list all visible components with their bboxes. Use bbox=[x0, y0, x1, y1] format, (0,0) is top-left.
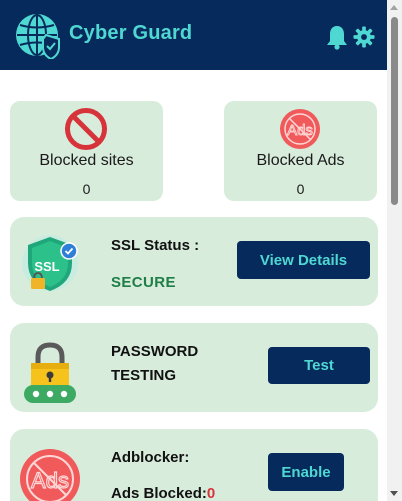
svg-text:Ads: Ads bbox=[287, 122, 313, 139]
bell-icon[interactable] bbox=[325, 24, 349, 50]
scroll-down-arrow-icon[interactable] bbox=[390, 491, 398, 496]
svg-text:SSL: SSL bbox=[34, 259, 59, 274]
ssl-status-value: SECURE bbox=[111, 274, 176, 291]
blocked-ads-count: 0 bbox=[296, 181, 305, 197]
blocked-sites-label: Blocked sites bbox=[39, 152, 134, 169]
gear-icon[interactable] bbox=[353, 26, 375, 48]
blocked-ads-label: Blocked Ads bbox=[256, 152, 345, 169]
adblocker-card: Ads Adblocker: Ads Blocked:0 Enable bbox=[10, 429, 378, 501]
ads-blocked-count: Ads Blocked:0 bbox=[111, 482, 215, 501]
ssl-shield-icon: SSL bbox=[22, 235, 78, 291]
app-header: Cyber Guard bbox=[0, 0, 387, 70]
view-details-button[interactable]: View Details bbox=[237, 241, 370, 279]
ads-blocked-icon: Ads bbox=[20, 449, 80, 501]
blocked-sites-count: 0 bbox=[82, 181, 91, 197]
scrollbar-thumb[interactable] bbox=[391, 17, 398, 205]
adblocker-title: Adblocker: bbox=[111, 449, 190, 466]
app-title: Cyber Guard bbox=[69, 22, 193, 44]
scrollbar[interactable] bbox=[387, 0, 402, 501]
blocked-ads-card: Ads Blocked Ads 0 bbox=[224, 101, 377, 201]
globe-shield-icon bbox=[16, 14, 60, 59]
ads-blocked-label: Ads Blocked: bbox=[111, 485, 207, 501]
ads-blocked-icon: Ads bbox=[280, 109, 320, 149]
ads-blocked-value: 0 bbox=[206, 485, 216, 501]
password-testing-card: PASSWORD TESTING Test bbox=[10, 323, 378, 412]
padlock-icon bbox=[24, 342, 76, 403]
ssl-status-card: SSL SSL Status : SECURE View Details bbox=[10, 217, 378, 306]
password-testing-title-line1: PASSWORD bbox=[111, 343, 199, 360]
enable-adblocker-button[interactable]: Enable bbox=[268, 453, 344, 491]
svg-text:Ads: Ads bbox=[31, 468, 69, 493]
scroll-up-arrow-icon[interactable] bbox=[390, 5, 398, 10]
password-testing-title-line2: TESTING bbox=[111, 367, 177, 384]
blocked-sites-card: Blocked sites 0 bbox=[10, 101, 163, 201]
ssl-status-title: SSL Status : bbox=[111, 237, 200, 254]
blocked-icon bbox=[65, 108, 107, 150]
test-button[interactable]: Test bbox=[268, 347, 370, 384]
